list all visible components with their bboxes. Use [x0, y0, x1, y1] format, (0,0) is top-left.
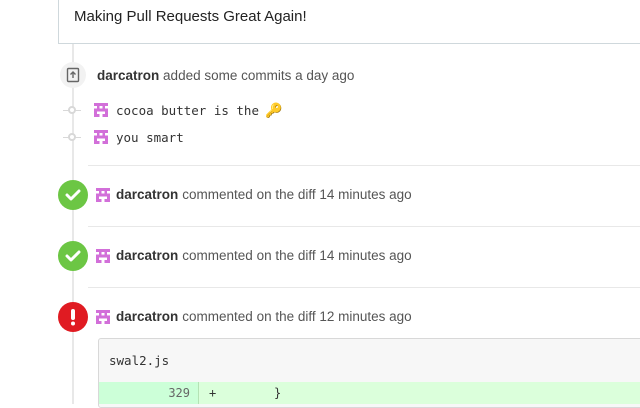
commit-row[interactable]: you smart	[63, 127, 184, 147]
commit-event-badge	[60, 62, 86, 88]
commit-event-action: added some commits a day ago	[163, 68, 355, 83]
comment-action: commented on the diff 14 minutes ago	[182, 248, 412, 263]
commit-message[interactable]: cocoa butter is the	[116, 103, 259, 118]
diff-line-number[interactable]: 329	[149, 382, 199, 404]
diff-file-box: swal2.js 329 + }	[98, 338, 640, 408]
timeline-divider	[88, 165, 640, 166]
identicon-avatar[interactable]	[94, 130, 108, 144]
diff-old-line-gutter[interactable]	[99, 382, 150, 404]
comment-action: commented on the diff 14 minutes ago	[182, 187, 412, 202]
commit-event-author[interactable]: darcatron	[97, 68, 159, 83]
comment-action: commented on the diff 12 minutes ago	[182, 309, 412, 324]
comment-author[interactable]: darcatron	[116, 248, 178, 263]
identicon-avatar[interactable]	[96, 309, 110, 324]
diff-file-name[interactable]: swal2.js	[109, 353, 169, 368]
key-emoji-icon: 🔑	[265, 101, 283, 118]
commit-dot-icon	[63, 106, 81, 114]
comment-event-header: darcatron commented on the diff 12 minut…	[96, 309, 412, 324]
commit-message[interactable]: you smart	[116, 130, 184, 145]
identicon-avatar[interactable]	[94, 103, 108, 117]
timeline-line	[72, 44, 74, 404]
comment-event-header: darcatron commented on the diff 14 minut…	[96, 248, 412, 263]
timeline-divider	[88, 287, 640, 288]
commit-row[interactable]: cocoa butter is the 🔑	[63, 100, 283, 120]
commit-icon	[66, 67, 80, 83]
comment-event-header: darcatron commented on the diff 14 minut…	[96, 187, 412, 202]
comment-author[interactable]: darcatron	[116, 187, 178, 202]
check-circle-icon	[58, 241, 88, 271]
diff-line-code: + }	[209, 386, 282, 400]
commit-dot-icon	[63, 133, 81, 141]
pr-description-box: Making Pull Requests Great Again!	[58, 0, 640, 44]
timeline-divider	[88, 226, 640, 227]
check-circle-icon	[58, 180, 88, 210]
commit-event-header: darcatron added some commits a day ago	[97, 68, 354, 83]
comment-author[interactable]: darcatron	[116, 309, 178, 324]
exclamation-circle-icon	[58, 302, 88, 332]
identicon-avatar[interactable]	[96, 187, 110, 202]
diff-added-line[interactable]: 329 + }	[99, 382, 640, 404]
pr-description: Making Pull Requests Great Again!	[74, 8, 307, 25]
identicon-avatar[interactable]	[96, 248, 110, 263]
